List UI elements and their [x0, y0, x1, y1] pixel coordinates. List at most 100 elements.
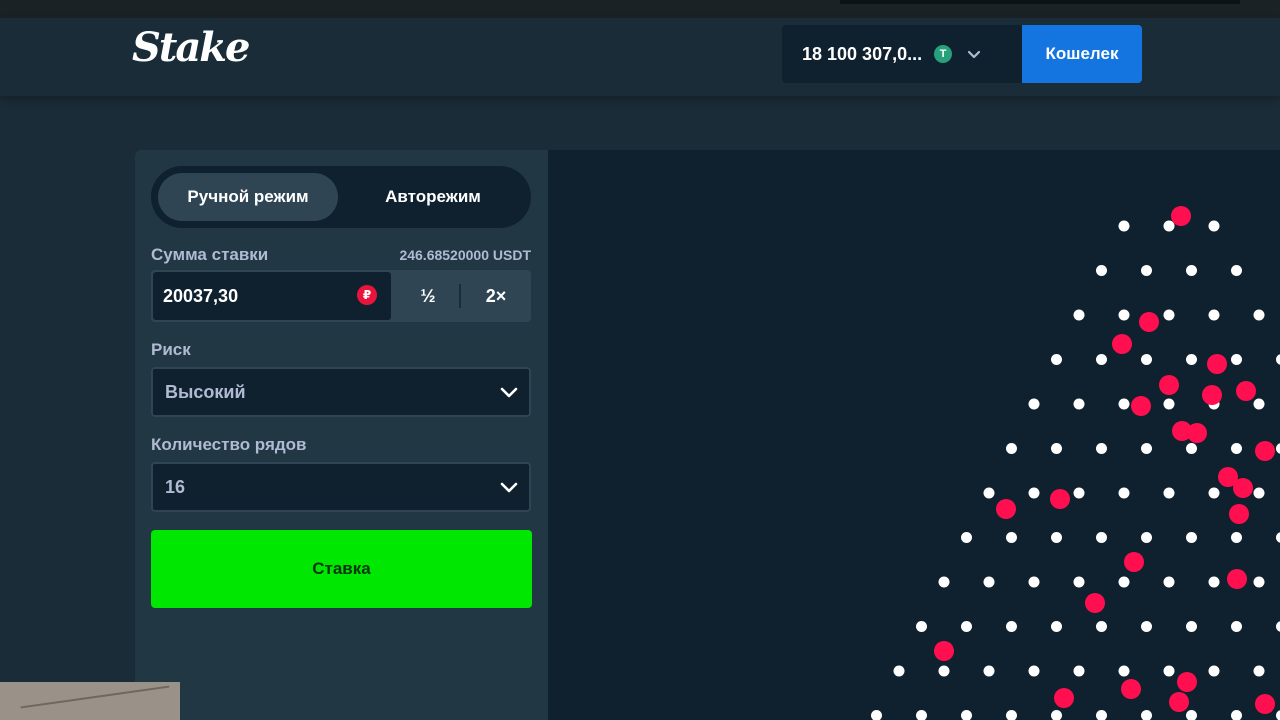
- peg-46: [938, 576, 950, 588]
- peg-51: [1163, 576, 1175, 588]
- peg-4: [1141, 265, 1152, 276]
- peg-69: [1163, 665, 1175, 677]
- peg-73: [916, 710, 927, 720]
- plinko-ball-5: [1131, 396, 1151, 416]
- peg-34: [1118, 487, 1130, 499]
- peg-2: [1208, 220, 1220, 232]
- risk-select[interactable]: Высокий: [151, 367, 531, 417]
- wallet-button[interactable]: Кошелек: [1022, 25, 1142, 83]
- peg-49: [1073, 576, 1085, 588]
- plinko-ball-6: [1202, 385, 1222, 405]
- plinko-ball-7: [1236, 381, 1256, 401]
- plinko-ball-1: [1139, 312, 1159, 332]
- peg-70: [1208, 665, 1220, 677]
- peg-37: [1253, 487, 1265, 499]
- peg-55: [961, 621, 972, 632]
- peg-19: [1073, 398, 1085, 410]
- risk-value: Высокий: [165, 381, 246, 402]
- peg-71: [1253, 665, 1265, 677]
- plinko-ball-14: [1050, 489, 1070, 509]
- plinko-ball-16: [1124, 552, 1144, 572]
- peg-32: [1028, 487, 1040, 499]
- plinko-ball-13: [1229, 504, 1249, 524]
- balance-amount: 18 100 307,0...: [802, 43, 923, 64]
- peg-63: [893, 665, 905, 677]
- peg-52: [1208, 576, 1220, 588]
- peg-33: [1073, 487, 1085, 499]
- rows-value: 16: [165, 476, 186, 497]
- bet-button[interactable]: Ставка: [151, 530, 532, 608]
- peg-40: [1051, 532, 1062, 543]
- peg-30: [1276, 443, 1280, 454]
- plinko-ball-21: [1121, 679, 1141, 699]
- tether-icon: T: [934, 45, 953, 63]
- peg-23: [1253, 398, 1265, 410]
- plinko-ball-19: [934, 641, 954, 661]
- bet-panel: Ручной режим Авторежим Сумма ставки 246.…: [135, 150, 548, 720]
- rows-label: Количество рядов: [151, 435, 307, 454]
- page: Stake 18 100 307,0... T Кошелек Ручной р…: [0, 0, 1280, 720]
- peg-78: [1141, 710, 1152, 720]
- peg-79: [1186, 710, 1197, 720]
- peg-14: [1141, 354, 1152, 365]
- plinko-ball-23: [1169, 692, 1189, 712]
- peg-13: [1096, 354, 1107, 365]
- peg-59: [1141, 621, 1152, 632]
- ruble-icon: ₽: [357, 285, 377, 305]
- tab-auto-mode[interactable]: Авторежим: [343, 173, 523, 221]
- peg-26: [1096, 443, 1107, 454]
- peg-45: [1276, 532, 1280, 543]
- peg-8: [1118, 309, 1130, 321]
- peg-42: [1141, 532, 1152, 543]
- peg-3: [1096, 265, 1107, 276]
- peg-31: [983, 487, 995, 499]
- peg-9: [1163, 309, 1175, 321]
- peg-11: [1253, 309, 1265, 321]
- stake-logo[interactable]: Stake: [132, 24, 250, 71]
- plinko-ball-24: [1255, 694, 1275, 714]
- chevron-down-icon: [500, 482, 518, 493]
- peg-62: [1276, 621, 1280, 632]
- bet-mod-divider: [459, 284, 461, 308]
- bet-amount-input[interactable]: 20037,30: [153, 272, 391, 320]
- rows-select[interactable]: 16: [151, 462, 531, 512]
- plinko-ball-15: [996, 499, 1016, 519]
- peg-64: [938, 665, 950, 677]
- plinko-ball-18: [1085, 593, 1105, 613]
- peg-54: [916, 621, 927, 632]
- peg-77: [1096, 710, 1107, 720]
- peg-65: [983, 665, 995, 677]
- webcam-wire: [20, 685, 170, 709]
- peg-53: [1253, 576, 1265, 588]
- peg-57: [1051, 621, 1062, 632]
- peg-28: [1186, 443, 1197, 454]
- bet-amount-usdt: 246.68520000 USDT: [399, 247, 531, 263]
- half-bet-button[interactable]: ½: [395, 272, 461, 320]
- header: Stake 18 100 307,0... T Кошелек: [0, 18, 1280, 96]
- plinko-ball-10: [1255, 441, 1275, 461]
- plinko-board: [548, 150, 1280, 720]
- plinko-ball-0: [1171, 206, 1191, 226]
- peg-67: [1073, 665, 1085, 677]
- peg-80: [1231, 710, 1242, 720]
- webcam-overlay: [0, 682, 180, 720]
- peg-12: [1051, 354, 1062, 365]
- peg-15: [1186, 354, 1197, 365]
- peg-18: [1028, 398, 1040, 410]
- plinko-ball-3: [1207, 354, 1227, 374]
- peg-72: [871, 710, 882, 720]
- plinko-ball-17: [1227, 569, 1247, 589]
- peg-81: [1276, 710, 1280, 720]
- peg-47: [983, 576, 995, 588]
- top-strip: [0, 0, 1280, 18]
- peg-48: [1028, 576, 1040, 588]
- peg-56: [1006, 621, 1017, 632]
- double-bet-button[interactable]: 2×: [463, 272, 529, 320]
- bet-amount-value: 20037,30: [163, 285, 239, 306]
- plinko-ball-4: [1159, 375, 1179, 395]
- peg-29: [1231, 443, 1242, 454]
- chevron-down-icon: [500, 387, 518, 398]
- balance-dropdown[interactable]: 18 100 307,0... T: [782, 25, 1022, 83]
- tab-manual-mode[interactable]: Ручной режим: [158, 173, 338, 221]
- peg-0: [1118, 220, 1130, 232]
